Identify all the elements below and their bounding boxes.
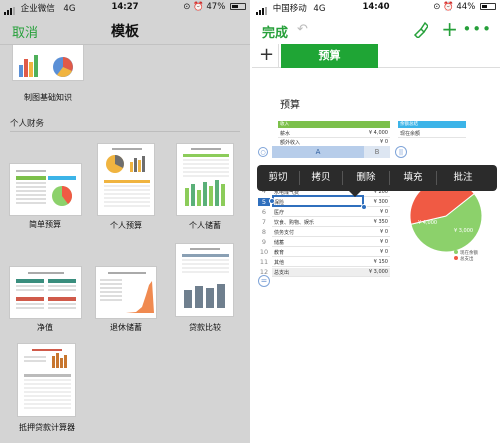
pie-label-balance: ¥ 4,000 <box>418 220 437 226</box>
battery-percent: 44% <box>456 2 476 12</box>
battery-percent: 47% <box>206 2 226 12</box>
add-row-handle[interactable]: = <box>258 275 270 287</box>
template-loan-comparison[interactable]: 贷款比较 <box>175 243 235 336</box>
table-total-row[interactable]: 总支出 ¥ 3,000 <box>272 268 390 277</box>
done-button[interactable]: 完成 <box>262 22 288 41</box>
template-name: 制图基础知识 <box>24 93 72 102</box>
template-name: 贷款比较 <box>189 323 221 332</box>
template-name: 抵押贷款计算器 <box>19 423 75 432</box>
selection-handle-left[interactable] <box>269 198 275 204</box>
lock-rotation-icon: ⊙ <box>433 2 441 12</box>
column-header-a[interactable]: A <box>272 146 364 158</box>
alarm-icon: ⏰ <box>193 2 204 12</box>
template-thumbnail <box>176 143 234 216</box>
undo-icon[interactable]: ↶ <box>297 22 308 37</box>
status-bar: 中国移动 4G 14:40 ⊙ ⏰ 44% <box>252 0 500 15</box>
table-row[interactable]: 债务支付 ¥ 0 <box>272 228 390 237</box>
more-icon[interactable]: ••• <box>462 20 492 38</box>
balance-header: 余额总结 <box>398 121 466 128</box>
pie-label-expense: ¥ 3,000 <box>454 228 473 234</box>
add-sheet-icon[interactable]: + <box>259 44 274 65</box>
income-header: 收入 <box>278 121 390 128</box>
menu-item-comment[interactable]: 批注 <box>437 165 489 191</box>
table-row[interactable]: 其他 ¥ 150 <box>272 258 390 267</box>
table-row[interactable]: 医疗 ¥ 0 <box>272 208 390 217</box>
chart-thumbnail-icon <box>19 55 73 77</box>
menu-item-copy[interactable]: 拷贝 <box>300 165 342 191</box>
format-brush-icon[interactable] <box>412 20 429 42</box>
battery-icon <box>230 3 246 10</box>
template-retirement-savings[interactable]: 退休储蓄 <box>95 266 157 336</box>
context-menu: 剪切 拷贝 删除 填充 批注 <box>257 165 497 197</box>
template-thumbnail <box>12 45 84 81</box>
section-title: 个人财务 <box>10 119 45 129</box>
template-thumbnail <box>95 266 157 319</box>
template-thumbnail <box>9 266 82 319</box>
section-divider <box>10 131 240 132</box>
table-row[interactable]: 现在余额 <box>398 129 466 138</box>
template-thumbnail <box>17 343 76 417</box>
template-thumbnail <box>97 143 155 216</box>
template-simple-budget[interactable]: 简单预算 <box>9 163 84 233</box>
nav-bar: 完成 ↶ + ••• <box>252 15 500 45</box>
spreadsheet-pane: 中国移动 4G 14:40 ⊙ ⏰ 44% 完成 ↶ + ••• + 预算 预算… <box>252 0 500 443</box>
table-row[interactable]: 薪水 ¥ 4,000 <box>278 129 390 138</box>
templates-pane: 企业微信 4G 14:27 ⊙ ⏰ 47% 取消 模板 制图基础知识 个人财务 … <box>0 0 250 443</box>
legend-swatch <box>454 250 458 254</box>
alarm-icon: ⏰ <box>443 2 454 12</box>
balance-table[interactable]: 余额总结 现在余额 <box>398 121 466 141</box>
legend-swatch <box>454 256 458 260</box>
template-personal-savings[interactable]: 个人储蓄 <box>176 143 236 233</box>
menu-item-fill[interactable]: 填充 <box>390 165 436 191</box>
table-select-handle[interactable]: ○ <box>258 147 268 157</box>
column-resize-handle[interactable]: || <box>395 146 407 158</box>
page-title: 模板 <box>111 24 139 40</box>
battery-icon <box>480 3 496 10</box>
sheet-title: 预算 <box>280 100 300 111</box>
nav-bar: 取消 模板 <box>0 15 250 45</box>
legend-balance: 现在余额 <box>460 249 478 256</box>
template-mortgage-calculator[interactable]: 抵押贷款计算器 <box>17 343 77 438</box>
template-thumbnail <box>175 243 234 317</box>
column-header-b[interactable]: B <box>364 146 390 158</box>
legend-expense: 总支出 <box>460 255 474 262</box>
table-row[interactable]: 储蓄 ¥ 0 <box>272 238 390 247</box>
template-net-worth[interactable]: 净值 <box>9 266 84 336</box>
selection-handle-right[interactable] <box>361 204 367 210</box>
tab-budget[interactable]: 预算 <box>281 44 378 68</box>
template-chart-basics[interactable]: 制图基础知识 <box>8 45 88 105</box>
status-bar: 企业微信 4G 14:27 ⊙ ⏰ 47% <box>0 0 250 15</box>
template-personal-budget[interactable]: 个人预算 <box>97 143 157 233</box>
menu-item-cut[interactable]: 剪切 <box>257 165 299 191</box>
menu-item-delete[interactable]: 删除 <box>343 165 389 191</box>
add-icon[interactable]: + <box>441 17 458 41</box>
lock-rotation-icon: ⊙ <box>183 2 191 12</box>
table-row[interactable]: 饮食、购物、娱乐 ¥ 350 <box>272 218 390 227</box>
sheet-tabs: + 预算 <box>252 44 500 68</box>
template-thumbnail <box>9 163 82 216</box>
template-name: 个人储蓄 <box>189 221 221 230</box>
table-row[interactable]: 教育 ¥ 0 <box>272 248 390 257</box>
